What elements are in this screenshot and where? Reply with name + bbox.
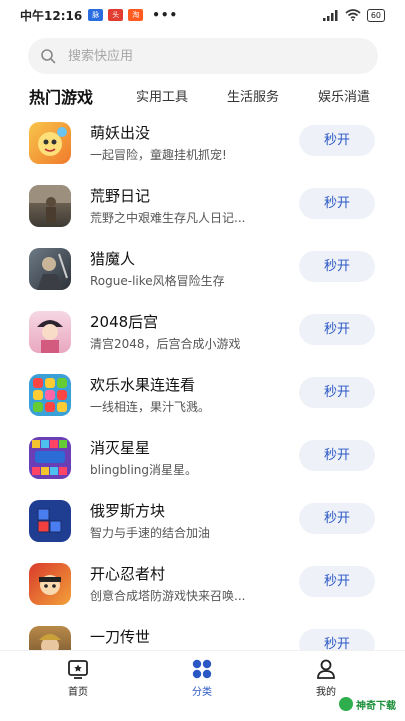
open-button[interactable]: 秒开 xyxy=(299,503,375,534)
battery-icon: 60 xyxy=(366,8,385,22)
wifi-icon xyxy=(345,9,361,21)
nav-home[interactable]: 首页 xyxy=(48,657,108,698)
app-icon xyxy=(29,563,71,605)
app-icon xyxy=(29,248,71,290)
app-description: 创意合成塔防游戏快来召唤... xyxy=(90,589,246,603)
watermark: 神奇下载 xyxy=(335,694,401,714)
app-icon xyxy=(29,122,71,164)
open-button[interactable]: 秒开 xyxy=(299,566,375,597)
app-name: 猎魔人 xyxy=(90,250,136,268)
category-grid-icon xyxy=(192,659,212,679)
open-button[interactable]: 秒开 xyxy=(299,188,375,219)
tab-hot-games[interactable]: 热门游戏 xyxy=(29,84,93,108)
app-icon xyxy=(29,374,71,416)
status-right-group: 60 xyxy=(322,8,385,22)
app-icon xyxy=(29,311,71,353)
app-name: 一刀传世 xyxy=(90,628,151,646)
tab-life-services[interactable]: 生活服务 xyxy=(227,86,279,105)
app-name: 荒野日记 xyxy=(90,187,151,205)
app-description: blingbling消星星。 xyxy=(90,463,198,477)
nav-mine[interactable]: 我的 xyxy=(296,657,356,698)
app-name: 消灭星星 xyxy=(90,439,151,457)
app-name: 欢乐水果连连看 xyxy=(90,376,196,394)
list-item[interactable]: 欢乐水果连连看 一线相连，果汁飞溅。 秒开 xyxy=(0,364,405,427)
open-button[interactable]: 秒开 xyxy=(299,377,375,408)
notification-badge-icon: 脉 xyxy=(88,9,104,21)
list-item[interactable]: 萌妖出没 一起冒险，童趣挂机抓宠! 秒开 xyxy=(0,112,405,175)
category-tabs: 热门游戏 实用工具 生活服务 娱乐消遣 xyxy=(0,78,405,114)
list-item[interactable]: 荒野日记 荒野之中艰难生存凡人日记... 秒开 xyxy=(0,175,405,238)
app-description: 清宫2048，后宫合成小游戏 xyxy=(90,337,241,351)
app-description: 智力与手速的结合加油 xyxy=(90,526,211,540)
app-icon xyxy=(29,185,71,227)
open-button[interactable]: 秒开 xyxy=(299,440,375,471)
open-button[interactable]: 秒开 xyxy=(299,314,375,345)
app-description: 荒野之中艰难生存凡人日记... xyxy=(90,211,246,225)
list-item[interactable]: 消灭星星 blingbling消星星。 秒开 xyxy=(0,427,405,490)
app-name: 2048后宫 xyxy=(90,313,159,331)
notification-badge-icon: 淘 xyxy=(128,9,144,21)
open-button[interactable]: 秒开 xyxy=(299,125,375,156)
app-icon xyxy=(29,437,71,479)
watermark-logo-icon xyxy=(339,697,353,711)
app-description: 一起冒险，童趣挂机抓宠! xyxy=(90,148,227,162)
search-bar[interactable] xyxy=(28,38,378,74)
search-input[interactable] xyxy=(66,47,350,65)
notification-badge-icon: 头 xyxy=(108,9,124,21)
signal-icon xyxy=(322,9,338,21)
watermark-text: 神奇下载 xyxy=(356,700,396,712)
app-description: Rogue-like风格冒险生存 xyxy=(90,274,225,288)
tab-utilities[interactable]: 实用工具 xyxy=(136,86,188,105)
status-bar: 中午12:16 脉 头 淘 ••• 60 xyxy=(0,0,405,30)
app-name: 开心忍者村 xyxy=(90,565,166,583)
list-item[interactable]: 2048后宫 清宫2048，后宫合成小游戏 秒开 xyxy=(0,301,405,364)
app-description: 一线相连，果汁飞溅。 xyxy=(90,400,211,414)
app-name: 萌妖出没 xyxy=(90,124,151,142)
more-notifications-indicator: ••• xyxy=(152,8,179,22)
app-icon xyxy=(29,500,71,542)
list-item[interactable]: 开心忍者村 创意合成塔防游戏快来召唤... 秒开 xyxy=(0,553,405,616)
search-icon xyxy=(41,49,56,64)
nav-home-label: 首页 xyxy=(68,687,88,698)
status-time: 中午12:16 xyxy=(20,8,83,23)
nav-category[interactable]: 分类 xyxy=(172,657,232,698)
list-item[interactable]: 俄罗斯方块 智力与手速的结合加油 秒开 xyxy=(0,490,405,553)
user-icon xyxy=(317,659,335,679)
tab-entertainment[interactable]: 娱乐消遣 xyxy=(318,86,370,105)
nav-category-label: 分类 xyxy=(192,687,212,698)
list-item[interactable]: 猎魔人 Rogue-like风格冒险生存 秒开 xyxy=(0,238,405,301)
home-star-icon xyxy=(68,660,88,679)
app-name: 俄罗斯方块 xyxy=(90,502,166,520)
open-button[interactable]: 秒开 xyxy=(299,251,375,282)
